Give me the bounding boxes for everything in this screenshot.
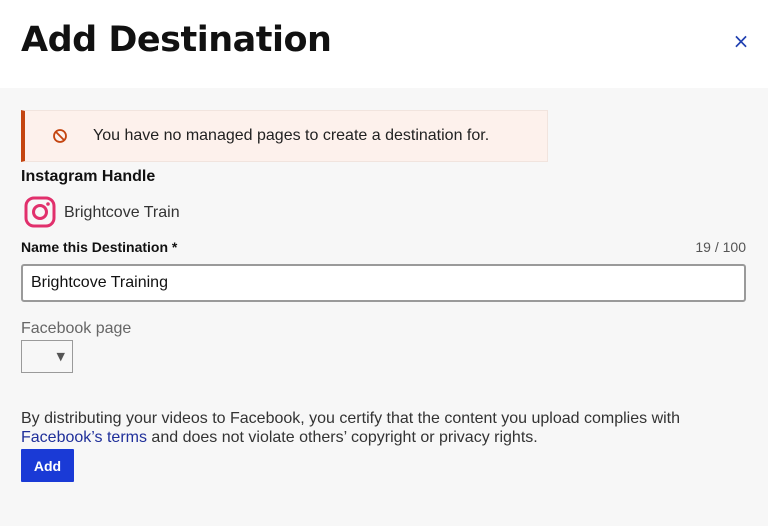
add-button[interactable]: Add <box>21 449 74 482</box>
destination-name-label: Name this Destination * <box>21 239 178 255</box>
facebook-terms-link[interactable]: Facebook’s terms <box>21 429 147 446</box>
warning-alert: You have no managed pages to create a de… <box>21 110 548 162</box>
facebook-page-label: Facebook page <box>21 320 132 337</box>
alert-message: You have no managed pages to create a de… <box>93 127 490 144</box>
instagram-account-name: Brightcove Train <box>64 204 180 221</box>
facebook-page-select[interactable]: ▼ <box>21 340 73 373</box>
dialog-header: Add Destination × <box>0 0 768 88</box>
close-icon[interactable]: × <box>731 31 751 51</box>
instagram-icon <box>24 196 56 228</box>
instagram-handle-label: Instagram Handle <box>21 168 156 185</box>
terms-text-before: By distributing your videos to Facebook,… <box>21 410 681 427</box>
chevron-down-icon: ▼ <box>56 350 65 363</box>
page-title: Add Destination <box>21 20 332 60</box>
no-entry-icon <box>53 129 67 143</box>
destination-name-input[interactable] <box>21 264 746 302</box>
dialog-body: You have no managed pages to create a de… <box>0 88 768 526</box>
character-counter: 19 / 100 <box>695 239 746 255</box>
terms-text-after: and does not violate others’ copyright o… <box>146 429 538 446</box>
terms-notice: By distributing your videos to Facebook,… <box>21 409 751 447</box>
